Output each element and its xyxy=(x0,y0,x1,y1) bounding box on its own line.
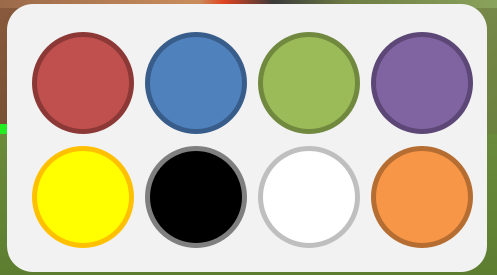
color-swatch-red[interactable] xyxy=(32,32,134,134)
color-swatch-green[interactable] xyxy=(258,32,360,134)
color-swatch-yellow[interactable] xyxy=(32,146,134,248)
color-swatch-purple[interactable] xyxy=(371,32,473,134)
color-swatch-blue[interactable] xyxy=(145,32,247,134)
color-swatch-white[interactable] xyxy=(258,146,360,248)
color-palette-panel xyxy=(7,4,487,272)
color-swatch-black[interactable] xyxy=(145,146,247,248)
color-swatch-orange[interactable] xyxy=(371,146,473,248)
